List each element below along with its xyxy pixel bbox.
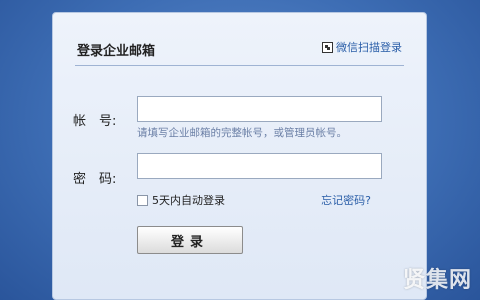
panel-title: 登录企业邮箱 [77,44,156,59]
wechat-login-label: 微信扫描登录 [336,41,402,54]
forgot-password-link[interactable]: 忘记密码? [321,192,371,208]
login-panel: 登录企业邮箱 微信扫描登录 帐 号: 请填写企业邮箱的完整帐号，或管理员帐号。 … [52,12,427,300]
remember-label: 5天内自动登录 [152,194,225,207]
account-label: 帐 号: [73,114,117,129]
account-hint: 请填写企业邮箱的完整帐号，或管理员帐号。 [137,127,347,139]
remember-me[interactable]: 5天内自动登录 [137,192,225,208]
qr-code-icon [322,41,333,53]
password-label: 密 码: [73,172,117,187]
wechat-login-link[interactable]: 微信扫描登录 [322,39,402,55]
account-input[interactable] [137,96,382,122]
password-input[interactable] [137,153,382,179]
remember-checkbox[interactable] [137,194,148,206]
watermark-logo: 贤集网 [403,262,472,294]
login-button[interactable]: 登录 [137,226,243,254]
watermark-text: 贤集网 [402,268,472,293]
title-divider [75,65,404,66]
